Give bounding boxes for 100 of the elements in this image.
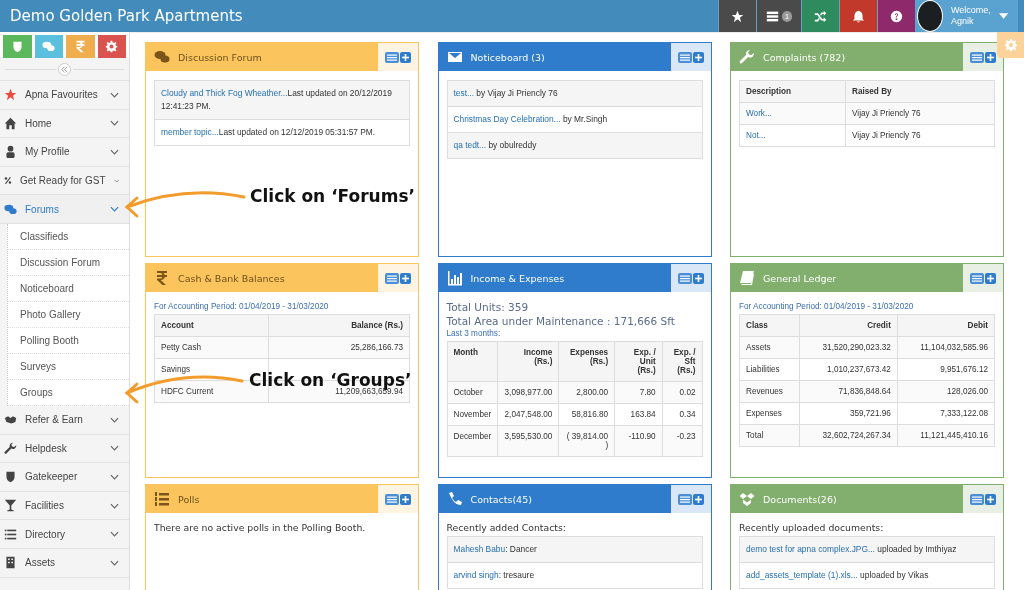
add-icon[interactable] xyxy=(985,51,996,63)
table-cell: 58,816.80 xyxy=(571,410,609,419)
summary-text: Total Area under Maintenance : 171,666 Sft xyxy=(446,315,676,327)
table-cell: Assets xyxy=(746,343,771,352)
table-cell: December xyxy=(453,432,492,441)
table-cell: Total xyxy=(746,431,764,440)
table-cell: ( 39,814.00 ) xyxy=(566,432,609,450)
list-view-icon[interactable] xyxy=(385,272,399,284)
table-cell: 359,721.96 xyxy=(849,409,891,418)
chevron-icon xyxy=(113,177,119,184)
panel-title: Contacts(45) xyxy=(470,493,533,505)
period-caption: Last 3 months: xyxy=(446,329,502,338)
server-icon xyxy=(765,9,779,23)
annotation-label: Click on ‘Forums’ xyxy=(250,186,415,206)
bell-icon xyxy=(852,9,865,23)
list-view-icon[interactable] xyxy=(677,51,692,63)
list-view-icon[interactable] xyxy=(970,51,984,63)
shuffle-icon xyxy=(814,9,827,23)
add-icon[interactable] xyxy=(985,493,996,505)
list-view-icon[interactable] xyxy=(970,272,984,284)
list-view-icon[interactable] xyxy=(385,51,399,63)
toolbar-button[interactable] xyxy=(877,0,915,32)
list-entry: Mahesh Babu: Dancer xyxy=(447,537,702,563)
chevron-icon xyxy=(110,502,119,509)
entry-link[interactable]: test... xyxy=(453,88,474,98)
table-cell: 7,333,122.08 xyxy=(940,409,988,418)
list-entry: add_assets_template (1).xls... uploaded by Vikas xyxy=(745,569,930,582)
toolbar-button[interactable] xyxy=(718,0,756,32)
shortcut-button[interactable] xyxy=(66,35,95,58)
panel-text: Recently uploaded documents: xyxy=(739,522,885,533)
panel-title: Noticeboard (3) xyxy=(470,51,546,63)
add-icon[interactable] xyxy=(400,272,411,284)
table-cell: -0.23 xyxy=(676,432,696,441)
list-view-icon[interactable] xyxy=(385,493,399,505)
shortcut-button[interactable] xyxy=(3,35,32,58)
rupee-icon xyxy=(73,40,87,53)
table-cell: Expenses xyxy=(746,409,782,418)
entry-link[interactable]: member topic... xyxy=(161,127,219,137)
column-header: Credit xyxy=(799,314,898,337)
avatar xyxy=(917,0,943,32)
table-cell: Vijay Ji Priencly 76 xyxy=(852,109,921,118)
shortcut-button[interactable] xyxy=(34,35,63,58)
table-cell: Savings xyxy=(161,365,191,374)
add-icon[interactable] xyxy=(400,493,411,505)
chevron-icon xyxy=(110,206,119,213)
list-entry: test... by Vijay Ji Priencly 76 xyxy=(447,81,702,107)
table-cell: 1,010,237,673.42 xyxy=(827,365,891,374)
annotation-label: Click on ‘Groups’ xyxy=(249,370,412,390)
table-cell: 31,520,290,023.32 xyxy=(822,343,891,352)
list-view-icon[interactable] xyxy=(970,493,984,505)
table-cell: 11,209,663,659.94 xyxy=(335,387,403,396)
list-entry: member topic...Last updated on 12/12/2019 05:31:57 PM. xyxy=(160,126,377,139)
chevron-icon xyxy=(110,120,119,127)
entry-link[interactable]: arvind singh xyxy=(453,570,499,580)
list-entry: qa tedt... by obulreddy xyxy=(447,133,702,158)
add-icon[interactable] xyxy=(400,51,411,63)
toolbar-button[interactable] xyxy=(839,0,877,32)
column-header: Income (Rs.) xyxy=(497,341,559,382)
panel-title: General Ledger xyxy=(763,272,838,284)
add-icon[interactable] xyxy=(985,272,996,284)
shortcut-button[interactable] xyxy=(97,35,126,58)
table-cell: Petty Cash xyxy=(161,343,202,352)
table-cell: Revenues xyxy=(746,387,783,396)
chevron-icon xyxy=(110,445,119,452)
menu-item[interactable]: Forums xyxy=(0,195,129,224)
column-header: Balance (Rs.) xyxy=(268,314,410,337)
list-view-icon[interactable] xyxy=(677,493,692,505)
period-caption: For Accounting Period: 01/04/2019 - 31/03/2020 xyxy=(739,302,915,311)
table-cell: HDFC Current xyxy=(161,387,214,396)
gear-icon xyxy=(1003,38,1018,52)
entry-link[interactable]: qa tedt... xyxy=(453,140,487,150)
entry-link[interactable]: add_assets_template (1).xls... xyxy=(746,570,858,580)
rupee-icon xyxy=(154,270,170,286)
add-icon[interactable] xyxy=(692,51,704,63)
add-icon[interactable] xyxy=(692,272,704,284)
list-view-icon[interactable] xyxy=(677,272,692,284)
entry-link[interactable]: Cloudy and Thick Fog Wheather... xyxy=(161,88,288,98)
entry-link[interactable]: Christmas Day Celebration... xyxy=(453,114,561,124)
list-icon xyxy=(4,527,17,541)
add-icon[interactable] xyxy=(692,493,704,505)
collapse-button[interactable] xyxy=(58,62,71,76)
caret-icon xyxy=(998,13,1008,19)
wrench-icon xyxy=(739,49,755,65)
list-entry: arvind singh: tresaure xyxy=(452,569,536,582)
table-cell: 25,286,166.73 xyxy=(350,343,403,352)
envelope-icon xyxy=(446,49,463,65)
entry-link[interactable]: demo test for apna complex.JPG... xyxy=(746,544,875,554)
panel-title: Polls xyxy=(178,493,201,505)
chat-icon xyxy=(42,40,56,53)
chevron-icon xyxy=(110,531,119,538)
table-cell: 163.84 xyxy=(630,410,656,419)
table-cell: 0.34 xyxy=(679,410,696,419)
table-link[interactable]: Not... xyxy=(746,131,766,140)
table-cell: Vijay Ji Priencly 76 xyxy=(852,131,921,140)
table-cell: -110.90 xyxy=(628,432,656,441)
column-header: Account xyxy=(154,314,269,337)
chat-icon xyxy=(154,49,170,65)
column-header: Class xyxy=(739,314,800,337)
phone-icon xyxy=(446,491,463,507)
table-link[interactable]: Work... xyxy=(746,109,772,118)
